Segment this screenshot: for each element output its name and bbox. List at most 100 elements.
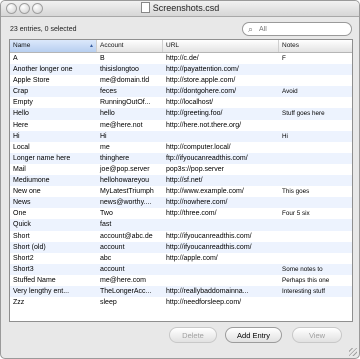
- cell-notes: [279, 64, 352, 75]
- column-header-notes[interactable]: Notes: [279, 40, 352, 52]
- table-row[interactable]: Local me http://computer.local/: [10, 142, 352, 153]
- cell-notes: Perhaps this one: [282, 276, 330, 284]
- cell-notes: [279, 175, 352, 186]
- cell-notes: This goes: [282, 188, 310, 196]
- cell-account: me@here.not: [100, 121, 143, 129]
- cell-name: Longer name here: [13, 154, 71, 162]
- table-row[interactable]: Mediumone hellohowareyou http://sf.net/: [10, 175, 352, 187]
- column-header-account[interactable]: Account: [97, 40, 163, 52]
- table-row[interactable]: Apple Store me@domain.tld http://store.app…: [10, 75, 352, 86]
- cell-account: MyLatestTriumph: [100, 188, 154, 196]
- cell-url: http://here.not.there.org/: [166, 121, 242, 129]
- cell-account: joe@pop.server: [100, 165, 150, 173]
- sort-ascending-icon: ▲: [89, 43, 94, 49]
- cell-notes: Hi: [282, 132, 288, 140]
- cell-url: http://reallybaddomainna...: [166, 287, 249, 295]
- cell-name: Another longer one: [13, 66, 73, 74]
- cell-notes: [279, 197, 352, 208]
- cell-name: New one: [13, 188, 41, 196]
- cell-url: http://needforsleep.com/: [166, 299, 242, 307]
- cell-account: TheLongerAcc...: [100, 287, 152, 295]
- cell-account: Hi: [100, 132, 107, 140]
- cell-account: hellohowareyou: [100, 177, 150, 185]
- cell-url: pop3s://pop.server: [166, 165, 224, 173]
- search-input[interactable]: [259, 24, 347, 34]
- table-row[interactable]: Very lengthy ent... TheLongerAcc... http:/…: [10, 285, 352, 298]
- cell-account: me@domain.tld: [100, 77, 150, 85]
- cell-account: feces: [100, 88, 117, 96]
- add-entry-button[interactable]: Add Entry: [225, 327, 282, 343]
- table-row[interactable]: Mail joe@pop.server pop3s://pop.server: [10, 164, 352, 175]
- cell-url: http://ifyoucanreadthis.com/: [166, 232, 252, 240]
- table-row[interactable]: Empty RunningOutOf... http://localhost/: [10, 97, 352, 108]
- title-bar[interactable]: Screenshots.csd: [1, 1, 359, 17]
- delete-button[interactable]: Delete: [169, 327, 217, 343]
- cell-url: http://c.de/: [166, 55, 199, 62]
- cell-url: http://apple.com/: [166, 254, 218, 262]
- table-row[interactable]: Longer name here thinghere ftp://ifyoucanr…: [10, 152, 352, 164]
- table-row[interactable]: A Bhttp://c.de/F: [10, 53, 352, 64]
- document-icon: [140, 2, 150, 13]
- cell-account: RunningOutOf...: [100, 99, 151, 107]
- table-row[interactable]: Here me@here.not http://here.not.there.org…: [10, 120, 352, 131]
- table-row[interactable]: New one MyLatestTriumph http://www.example…: [10, 186, 352, 197]
- table-row[interactable]: Short account@abc.de http://ifyoucanreadth…: [10, 231, 352, 242]
- window-title-area: Screenshots.csd: [1, 2, 359, 13]
- resize-grip[interactable]: [349, 348, 357, 356]
- cell-notes: Avoid: [282, 88, 298, 96]
- cell-account: thinghere: [100, 154, 130, 162]
- cell-name: Short3: [13, 265, 34, 273]
- cell-name: News: [13, 199, 31, 207]
- cell-name: Stuffed Name: [13, 276, 56, 284]
- table-row[interactable]: One Two http://three.com/Four 5 six: [10, 208, 352, 219]
- entries-table[interactable]: Name ▲ Account URL Notes A Bhttp://c.de/F…: [9, 39, 353, 322]
- cell-name: Hi: [13, 132, 20, 140]
- table-row[interactable]: News news@worthy.... http://nowhere.com/: [10, 197, 352, 209]
- cell-notes: [279, 297, 352, 308]
- cell-notes: [279, 142, 352, 153]
- cell-name: A: [13, 55, 18, 62]
- toolbar: 23 entries, 0 selected ⌕: [1, 17, 359, 39]
- table-row[interactable]: Hi Hi Hi: [10, 130, 352, 142]
- cell-notes: [279, 164, 352, 175]
- cell-notes: F: [282, 55, 286, 62]
- table-row[interactable]: Short2 abc http://apple.com/: [10, 253, 352, 264]
- cell-name: Crap: [13, 88, 29, 96]
- table-row[interactable]: Another longer one thisislongtoo http://pa…: [10, 64, 352, 76]
- table-row[interactable]: Short (old) account http://ifyoucanreadthi…: [10, 241, 352, 253]
- cell-notes: [279, 242, 352, 253]
- table-row[interactable]: Short3 account Some notes to: [10, 263, 352, 275]
- column-header-label: Name: [13, 42, 31, 49]
- cell-url: http://payattention.com/: [166, 66, 239, 74]
- cell-account: B: [100, 55, 105, 62]
- search-icon: ⌕: [248, 24, 254, 34]
- search-field[interactable]: ⌕: [242, 22, 352, 36]
- column-header-url[interactable]: URL: [163, 40, 279, 52]
- cell-name: Here: [13, 121, 29, 129]
- cell-name: Quick: [13, 221, 31, 229]
- cell-notes: [279, 253, 352, 264]
- cell-url: ftp://ifyoucanreadthis.com/: [166, 154, 248, 162]
- column-header-name[interactable]: Name ▲: [10, 40, 97, 52]
- cell-account: sleep: [100, 299, 117, 307]
- cell-name: Short: [13, 232, 30, 240]
- table-row[interactable]: Quick fast: [10, 219, 352, 231]
- cell-account: me@here.com: [100, 276, 147, 284]
- cell-account: account@abc.de: [100, 232, 153, 240]
- cell-url: [163, 275, 279, 286]
- cell-notes: [279, 97, 352, 108]
- cell-url: http://greeting.foo/: [166, 110, 223, 118]
- view-button[interactable]: View: [292, 327, 342, 343]
- table-row[interactable]: Hello hello http://greeting.foo/Stuff goes…: [10, 108, 352, 120]
- table-row[interactable]: Stuffed Name me@here.com Perhaps this one: [10, 275, 352, 286]
- cell-name: Short (old): [13, 243, 46, 251]
- cell-account: account: [100, 243, 125, 251]
- cell-account: me: [100, 143, 110, 151]
- cell-url: http://localhost/: [166, 99, 214, 107]
- app-window: Screenshots.csd 23 entries, 0 selected ⌕…: [0, 0, 360, 359]
- table-row[interactable]: Crap feces http://dontgohere.com/Avoid: [10, 86, 352, 98]
- cell-name: Short2: [13, 254, 34, 262]
- table-row[interactable]: Zzz sleep http://needforsleep.com/: [10, 297, 352, 308]
- cell-notes: [279, 153, 352, 164]
- cell-url: http://computer.local/: [166, 143, 231, 151]
